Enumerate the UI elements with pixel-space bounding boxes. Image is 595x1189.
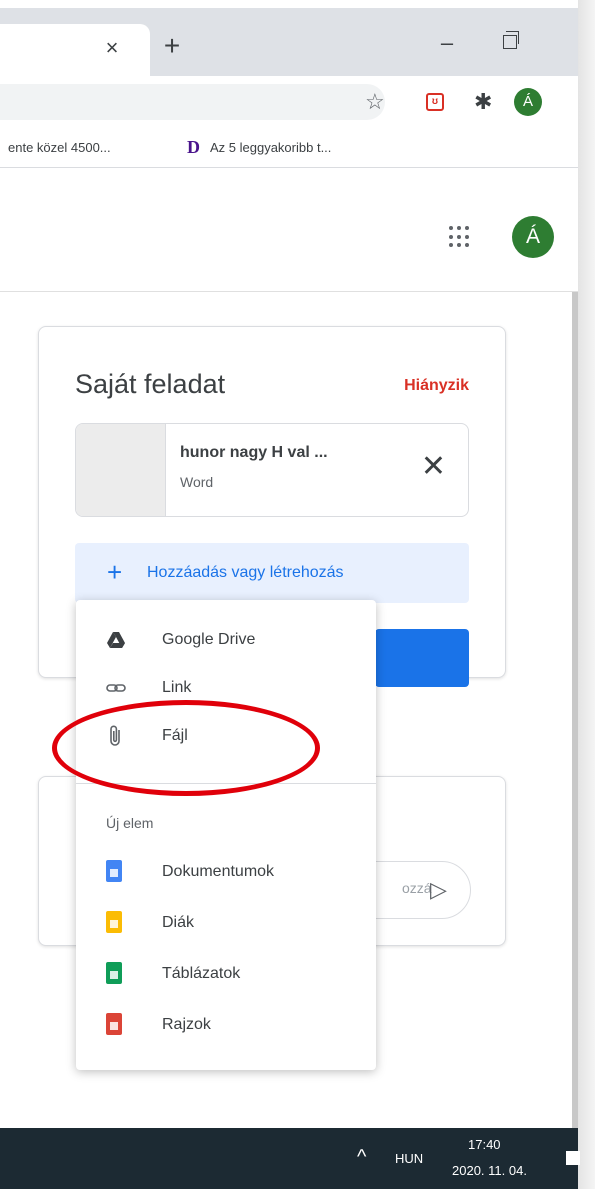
link-icon xyxy=(106,684,126,692)
attachment-type: Word xyxy=(180,474,214,490)
address-bar[interactable] xyxy=(0,84,385,120)
extensions-puzzle-icon[interactable]: ✱ xyxy=(474,88,492,116)
menu-item-label: Google Drive xyxy=(162,631,256,648)
menu-item-label: Link xyxy=(162,679,192,696)
menu-item-label: Dokumentumok xyxy=(162,863,275,880)
tab-strip: × + – xyxy=(0,8,578,76)
app-header: Á xyxy=(0,168,578,292)
account-avatar[interactable]: Á xyxy=(512,216,554,258)
new-tab-button[interactable]: + xyxy=(158,32,186,60)
mark-as-done-button[interactable] xyxy=(375,629,469,687)
notification-icon[interactable] xyxy=(566,1151,580,1165)
windows-taskbar: ^ HUN 17:40 2020. 11. 04. xyxy=(0,1128,580,1189)
bookmark-star-icon[interactable]: ☆ xyxy=(365,88,385,116)
clock-date[interactable]: 2020. 11. 04. xyxy=(452,1163,527,1178)
menu-item-drawings[interactable]: Rajzok xyxy=(76,1001,376,1049)
google-drive-icon xyxy=(107,632,125,648)
menu-item-sheets[interactable]: Táblázatok xyxy=(76,950,376,998)
apps-grid-icon[interactable] xyxy=(449,226,471,248)
bookmark-item[interactable]: ente közel 4500... xyxy=(8,140,111,155)
browser-toolbar: ☆ ʊ ✱ Á xyxy=(0,76,578,128)
add-menu: Google Drive Link Fájl Új elem Dokumentu… xyxy=(76,600,376,1070)
menu-section-label: Új elem xyxy=(106,815,154,831)
status-badge: Hiányzik xyxy=(404,377,469,394)
highlight-circle xyxy=(52,700,320,796)
bookmarks-bar: ente közel 4500... D Az 5 leggyakoribb t… xyxy=(0,128,578,168)
browser-tab[interactable] xyxy=(0,24,150,76)
bookmark-item[interactable]: Az 5 leggyakoribb t... xyxy=(210,140,331,155)
remove-attachment-icon[interactable]: ✕ xyxy=(421,450,446,484)
browser-profile-avatar[interactable]: Á xyxy=(514,88,542,116)
input-language[interactable]: HUN xyxy=(395,1151,423,1166)
bookmark-favicon: D xyxy=(187,137,200,157)
minimize-button[interactable]: – xyxy=(432,28,462,58)
attachment-chip[interactable]: hunor nagy H val ... Word ✕ xyxy=(75,423,469,517)
extension-icon[interactable]: ʊ xyxy=(426,93,444,111)
menu-item-google-drive[interactable]: Google Drive xyxy=(76,616,376,664)
attachment-name: hunor nagy H val ... xyxy=(180,444,328,461)
chevron-up-icon[interactable]: ^ xyxy=(357,1146,366,1169)
menu-item-label: Diák xyxy=(162,914,195,931)
add-or-create-button[interactable]: + Hozzáadás vagy létrehozás xyxy=(75,543,469,603)
plus-icon: + xyxy=(107,557,123,587)
menu-item-docs[interactable]: Dokumentumok xyxy=(76,848,376,896)
slides-icon xyxy=(106,911,122,933)
sheets-icon xyxy=(106,962,122,984)
clock-time[interactable]: 17:40 xyxy=(468,1137,501,1152)
attachment-thumbnail xyxy=(76,424,166,516)
comment-placeholder: ozzá xyxy=(402,880,432,896)
screenshot-edge xyxy=(578,0,595,1189)
menu-item-label: Táblázatok xyxy=(162,965,241,982)
menu-item-slides[interactable]: Diák xyxy=(76,899,376,947)
close-tab-icon[interactable]: × xyxy=(98,34,126,62)
menu-item-label: Rajzok xyxy=(162,1016,211,1033)
drawings-icon xyxy=(106,1013,122,1035)
send-icon[interactable]: ▷ xyxy=(430,878,447,902)
add-or-create-label: Hozzáadás vagy létrehozás xyxy=(147,564,344,581)
restore-button[interactable] xyxy=(503,31,519,49)
card-title: Saját feladat xyxy=(75,369,226,399)
docs-icon xyxy=(106,860,122,882)
